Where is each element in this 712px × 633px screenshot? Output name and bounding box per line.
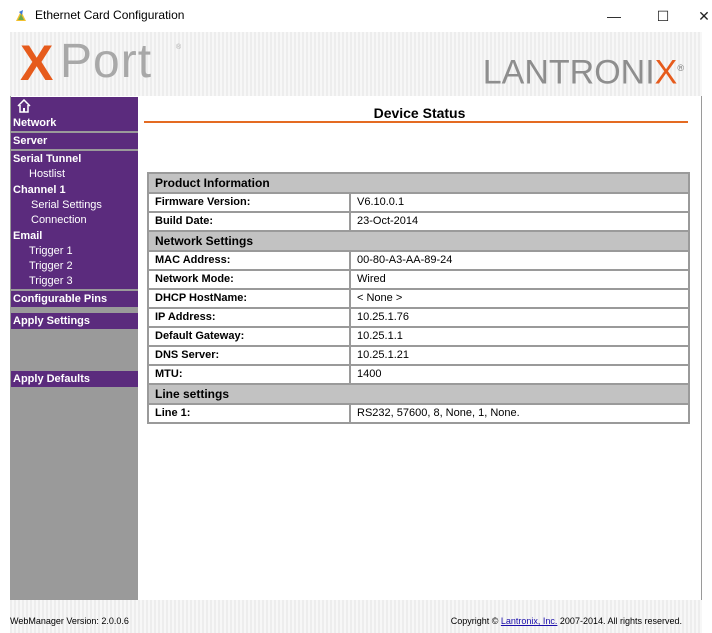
minimize-button[interactable]: — [602,6,626,26]
sidebar-item-configurable-pins[interactable]: Configurable Pins [11,291,138,307]
app-icon [16,10,26,21]
apply-defaults-button[interactable]: Apply Defaults [11,371,138,387]
row-label: MTU: [149,366,349,383]
table-row: Default Gateway: 10.25.1.1 [149,328,688,345]
row-value: 10.25.1.1 [351,328,688,345]
copyright-notice: Copyright © Lantronix, Inc. 2007-2014. A… [451,616,682,626]
sidebar-item-network[interactable]: Network [11,115,138,131]
window-title: Ethernet Card Configuration [35,8,185,22]
lantronix-link[interactable]: Lantronix, Inc. [501,616,558,626]
row-value: 1400 [351,366,688,383]
row-label: Line 1: [149,405,349,422]
brand-prefix: LANTRONI [482,53,655,92]
row-label: Network Mode: [149,271,349,288]
sidebar-item-trigger-2[interactable]: Trigger 2 [11,259,138,274]
apply-settings-button[interactable]: Apply Settings [11,313,138,329]
sidebar-item-email[interactable]: Email [11,228,138,244]
lantronix-logo: LANTRONIX® [483,50,684,90]
sidebar-item-trigger-3[interactable]: Trigger 3 [11,274,138,289]
sidebar-item-server[interactable]: Server [11,133,138,149]
row-value: < None > [351,290,688,307]
table-row: IP Address: 10.25.1.76 [149,309,688,326]
table-row: Build Date: 23-Oct-2014 [149,213,688,230]
home-icon[interactable] [17,99,31,113]
row-value: 00-80-A3-AA-89-24 [351,252,688,269]
table-row: MTU: 1400 [149,366,688,383]
sidebar-item-serial-settings[interactable]: Serial Settings [11,198,138,213]
close-button[interactable]: ✕ [692,6,712,26]
logo-port: Port [60,35,153,88]
row-value: 23-Oct-2014 [351,213,688,230]
copyright-prefix: Copyright © [450,616,501,626]
row-value: 10.25.1.21 [351,347,688,364]
row-value: Wired [351,271,688,288]
sidebar-item-connection[interactable]: Connection [11,213,138,228]
device-status-table: Product Information Firmware Version: V6… [147,172,690,424]
table-row: Line 1: RS232, 57600, 8, None, 1, None. [149,405,688,422]
row-value: 10.25.1.76 [351,309,688,326]
sidebar-nav: Network Server Serial Tunnel Hostlist Ch… [11,97,138,600]
table-row: Network Mode: Wired [149,271,688,288]
window-titlebar: Ethernet Card Configuration — ☐ ✕ [0,0,712,32]
title-divider [144,121,688,123]
sidebar-spacer [11,329,138,371]
table-row: Firmware Version: V6.10.0.1 [149,194,688,211]
copyright-suffix: 2007-2014. All rights reserved. [557,616,682,626]
sidebar-item-channel-1[interactable]: Channel 1 [11,182,138,198]
table-row: DNS Server: 10.25.1.21 [149,347,688,364]
brand-registered: ® [677,63,684,73]
logo-trademark: ® [176,44,182,51]
sidebar-item-serial-tunnel[interactable]: Serial Tunnel [11,151,138,167]
section-heading-product-information: Product Information [149,174,688,192]
table-row: DHCP HostName: < None > [149,290,688,307]
row-label: DNS Server: [149,347,349,364]
sidebar-item-trigger-1[interactable]: Trigger 1 [11,244,138,259]
maximize-button[interactable]: ☐ [651,6,675,26]
row-label: DHCP HostName: [149,290,349,307]
row-label: Firmware Version: [149,194,349,211]
page-title: Device Status [373,105,466,121]
row-label: Build Date: [149,213,349,230]
sidebar-item-hostlist[interactable]: Hostlist [11,167,138,182]
page-header: X Port ® LANTRONIX® [10,32,702,96]
webmanager-version: WebManager Version: 2.0.0.6 [10,616,129,626]
section-heading-line-settings: Line settings [149,385,688,403]
row-label: MAC Address: [149,252,349,269]
sidebar-home[interactable] [11,97,138,115]
section-heading-network-settings: Network Settings [149,232,688,250]
row-value: V6.10.0.1 [351,194,688,211]
logo-x: X [20,35,53,91]
row-label: Default Gateway: [149,328,349,345]
row-label: IP Address: [149,309,349,326]
page-footer: WebManager Version: 2.0.0.6 Copyright © … [10,600,702,633]
main-content: Device Status Product Information Firmwa… [138,97,701,600]
table-row: MAC Address: 00-80-A3-AA-89-24 [149,252,688,269]
row-value: RS232, 57600, 8, None, 1, None. [351,405,688,422]
brand-x: X [654,53,678,92]
